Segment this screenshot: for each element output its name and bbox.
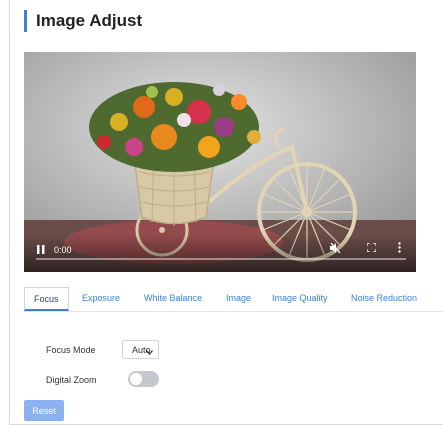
kebab-menu-icon[interactable] — [398, 242, 401, 255]
fullscreen-icon[interactable] — [366, 242, 377, 254]
page-title-bar: Image Adjust — [24, 10, 142, 32]
focus-mode-select[interactable]: Auto — [122, 340, 159, 359]
tab-white-balance[interactable]: White Balance — [144, 287, 202, 311]
video-controls: 0:00 — [24, 234, 416, 272]
toggle-knob — [130, 373, 142, 385]
tab-exposure[interactable]: Exposure — [82, 287, 120, 311]
muted-speaker-icon[interactable] — [330, 242, 341, 255]
chevron-down-icon — [146, 347, 153, 357]
reset-button[interactable]: Reset — [24, 400, 64, 421]
tab-focus[interactable]: Focus — [24, 287, 69, 311]
video-time: 0:00 — [54, 245, 72, 255]
tab-noise-reduction[interactable]: Noise Reduction — [351, 287, 417, 311]
digital-zoom-label: Digital Zoom — [46, 375, 97, 385]
digital-zoom-toggle[interactable] — [128, 371, 159, 387]
video-player[interactable]: 0:00 — [24, 52, 416, 272]
focus-mode-label: Focus Mode — [46, 345, 96, 355]
tab-image[interactable]: Image — [226, 287, 251, 311]
settings-tabs: Focus Exposure White Balance Image Image… — [24, 287, 443, 312]
page-title: Image Adjust — [36, 11, 143, 30]
tab-image-quality[interactable]: Image Quality — [272, 287, 328, 311]
video-progress-bar[interactable] — [36, 258, 406, 260]
pause-icon[interactable] — [37, 245, 45, 254]
